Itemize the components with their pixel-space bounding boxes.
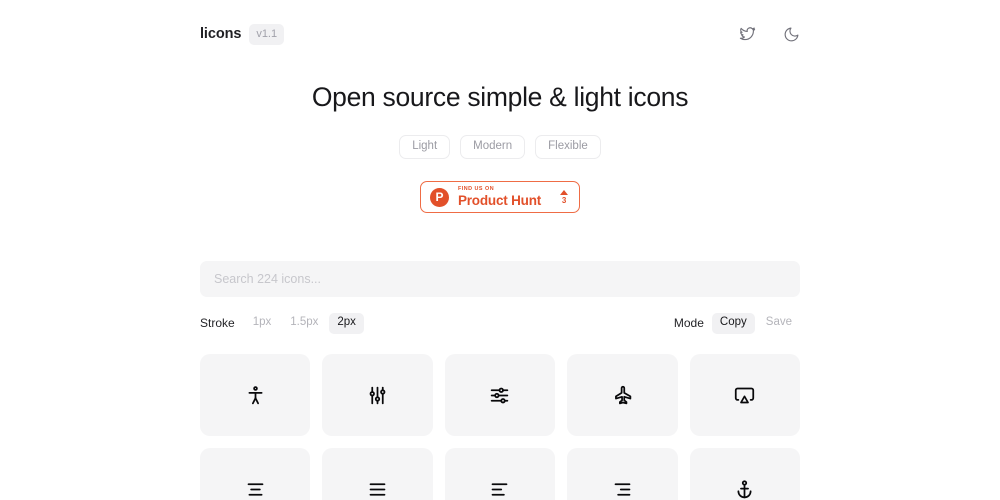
mode-label: Mode [673, 316, 704, 331]
align-justify-icon [369, 483, 386, 496]
anchor-icon [737, 480, 752, 499]
mode-option-save[interactable]: Save [758, 313, 800, 334]
controls-row: Stroke 1px 1.5px 2px Mode Copy Save [200, 312, 800, 334]
tag-pill-modern[interactable]: Modern [460, 134, 526, 160]
product-hunt-logo-icon: P [429, 187, 449, 207]
product-hunt-wrap: P FIND US ON Product Hunt 3 [200, 181, 800, 214]
page-root: licons v1.1 Open source simple & light i… [0, 0, 1000, 500]
icon-card-airplay[interactable] [689, 354, 800, 437]
align-center-icon [247, 483, 264, 496]
brand-name: licons [200, 26, 242, 42]
tag-row: Light Modern Flexible [200, 134, 800, 160]
icon-card-airplane[interactable] [567, 354, 678, 437]
accessibility-icon [248, 386, 263, 405]
product-hunt-text: FIND US ON Product Hunt [457, 186, 542, 208]
icon-card-adjustments-vertical[interactable] [322, 354, 433, 437]
icon-card-adjustments-horizontal[interactable] [444, 354, 556, 437]
icon-card-accessibility[interactable] [200, 354, 311, 437]
site-header: licons v1.1 [200, 0, 800, 56]
icon-card-align-justify[interactable] [322, 448, 433, 500]
airplane-icon [614, 385, 632, 405]
stroke-control-group: Stroke 1px 1.5px 2px [200, 313, 364, 334]
stroke-option-1px[interactable]: 1px [245, 313, 280, 334]
tag-pill-light[interactable]: Light [399, 134, 451, 160]
adjustments-horizontal-icon [491, 387, 509, 404]
icon-grid [200, 354, 800, 500]
align-left-icon [492, 483, 508, 496]
icon-card-align-left[interactable] [444, 448, 556, 500]
search-input[interactable] [200, 261, 800, 298]
icon-card-align-right[interactable] [567, 448, 678, 500]
adjustments-vertical-icon [369, 386, 386, 405]
icon-card-align-center[interactable] [200, 448, 311, 500]
product-hunt-kicker: FIND US ON [457, 186, 495, 193]
stroke-option-2px[interactable]: 2px [329, 313, 364, 334]
stroke-label: Stroke [200, 316, 235, 331]
twitter-icon[interactable] [738, 25, 756, 43]
upvote-arrow-icon [560, 189, 569, 195]
airplay-icon [735, 387, 755, 404]
upvote-count: 3 [561, 195, 567, 205]
product-hunt-votes[interactable]: 3 [560, 189, 569, 205]
brand[interactable]: licons v1.1 [200, 23, 285, 45]
icon-card-anchor[interactable] [689, 448, 800, 500]
hero-section: Open source simple & light icons Light M… [200, 56, 800, 214]
moon-icon[interactable] [782, 25, 800, 43]
mode-control-group: Mode Copy Save [674, 313, 800, 334]
product-hunt-badge[interactable]: P FIND US ON Product Hunt 3 [419, 181, 581, 214]
mode-option-copy[interactable]: Copy [711, 313, 755, 334]
page-title: Open source simple & light icons [311, 82, 689, 112]
align-right-icon [614, 483, 631, 496]
stroke-option-1-5px[interactable]: 1.5px [282, 313, 326, 334]
version-badge: v1.1 [249, 23, 285, 45]
tag-pill-flexible[interactable]: Flexible [535, 134, 601, 160]
content-container: licons v1.1 Open source simple & light i… [200, 0, 800, 500]
search-wrap [200, 261, 800, 298]
header-actions [738, 25, 800, 43]
product-hunt-name: Product Hunt [457, 192, 542, 208]
